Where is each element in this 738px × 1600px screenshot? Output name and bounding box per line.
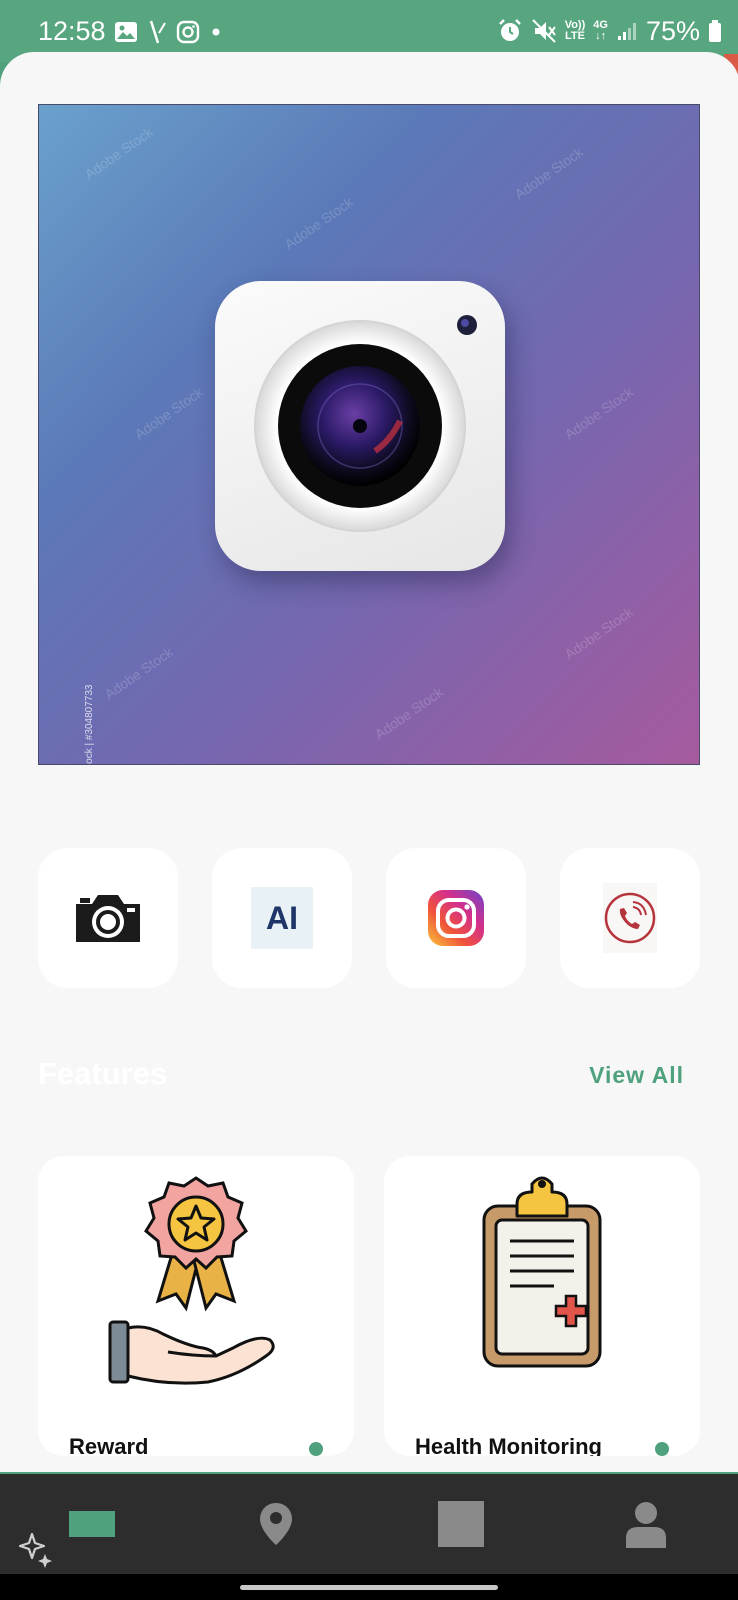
feature-card-health-monitoring[interactable]: Health Monitoring — [384, 1156, 700, 1456]
square-icon — [438, 1501, 484, 1547]
ai-logo-icon: AI — [251, 887, 313, 949]
watermark-pattern: Adobe Stock — [511, 143, 586, 203]
system-gesture-bar — [0, 1574, 738, 1600]
quick-action-call[interactable] — [560, 848, 700, 988]
quick-action-ai[interactable]: AI — [212, 848, 352, 988]
feature-card-label: Health Monitoring — [415, 1434, 602, 1456]
watermark-pattern: Adobe Stock — [101, 643, 176, 703]
gallery-notification-icon — [115, 22, 137, 42]
battery-icon — [709, 20, 721, 42]
watermark-pattern: Adobe Stock — [561, 603, 636, 663]
user-icon — [626, 1502, 666, 1548]
mute-icon — [531, 19, 556, 43]
bottom-navigation — [0, 1474, 738, 1574]
watermark-pattern: Adobe Stock — [281, 193, 356, 253]
signal-icon — [617, 23, 636, 40]
quick-action-camera[interactable] — [38, 848, 178, 988]
phone-call-icon — [603, 883, 657, 953]
clipboard-medical-icon — [482, 1176, 602, 1368]
camera-icon — [76, 895, 140, 942]
status-dot — [655, 1442, 669, 1456]
data-arrows-icon: ↓↑ — [595, 30, 607, 42]
status-dot — [309, 1442, 323, 1456]
sparkle-icon[interactable] — [16, 1528, 56, 1568]
feature-card-label: Reward — [69, 1434, 149, 1456]
hero-banner[interactable]: Adobe Stock Adobe Stock Adobe Stock Adob… — [38, 104, 700, 765]
main-content[interactable]: Adobe Stock Adobe Stock Adobe Stock Adob… — [0, 52, 738, 1472]
home-gesture-handle[interactable] — [240, 1585, 498, 1590]
nav-gallery[interactable] — [401, 1474, 521, 1574]
view-all-link[interactable]: View All — [589, 1062, 684, 1089]
home-rect-icon — [69, 1511, 115, 1537]
quick-actions-row: AI — [38, 848, 700, 988]
battery-percent: 75% — [645, 15, 700, 46]
quick-action-instagram[interactable] — [386, 848, 526, 988]
features-title: Features — [38, 1056, 168, 1091]
status-right-icons: Vo)) LTE 4G ↓↑ 75% — [497, 16, 722, 46]
camera-app-icon — [215, 281, 505, 571]
watermark-pattern: Adobe Stock — [131, 383, 206, 443]
status-time: 12:58 — [38, 16, 106, 46]
volte-bottom-text: LTE — [564, 30, 585, 42]
watermark-pattern: Adobe Stock — [81, 123, 156, 183]
nav-location[interactable] — [216, 1474, 336, 1574]
reward-medal-icon — [108, 1176, 275, 1385]
network-type-indicator: 4G ↓↑ — [593, 20, 608, 42]
location-pin-icon — [260, 1503, 292, 1545]
feature-card-reward[interactable]: Reward — [38, 1156, 354, 1456]
camera-lens-icon — [254, 315, 477, 532]
ai-logo-text: AI — [266, 899, 298, 936]
instagram-notification-icon — [176, 20, 200, 44]
status-left-icons — [114, 18, 224, 46]
dot-notification-icon — [212, 28, 220, 36]
stock-watermark: Adobe Stock | #304807733 — [84, 684, 95, 765]
watermark-pattern: Adobe Stock — [371, 683, 446, 743]
volte-indicator: Vo)) LTE — [565, 20, 586, 42]
watermark-pattern: Adobe Stock — [561, 383, 636, 443]
slash-notification-icon — [149, 20, 166, 44]
alarm-icon — [498, 19, 521, 41]
nav-profile[interactable] — [586, 1474, 706, 1574]
instagram-icon — [428, 890, 484, 946]
